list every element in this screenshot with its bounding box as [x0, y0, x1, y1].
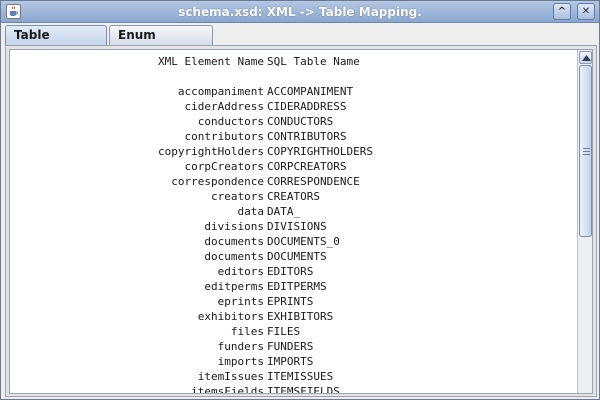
mapping-row: divisions DIVISIONS: [10, 219, 578, 234]
xml-element-name: editors: [217, 265, 264, 278]
mapping-row: editperms EDITPERMS: [10, 279, 578, 294]
xml-element-name: itemIssues: [197, 370, 264, 383]
vertical-scrollbar[interactable]: [577, 50, 592, 393]
sql-table-name: DOCUMENTS: [267, 250, 327, 263]
xml-element-name: corpCreators: [184, 160, 264, 173]
scroll-thumb[interactable]: [579, 65, 592, 237]
xml-element-name: documents: [204, 235, 264, 248]
sql-table-name: CIDERADDRESS: [267, 100, 347, 113]
sql-table-name-header: SQL Table Name: [267, 55, 360, 68]
arrow-up-icon: [582, 55, 591, 61]
sql-table-name: CONTRIBUTORS: [267, 130, 347, 143]
mapping-row: editors EDITORS: [10, 264, 578, 279]
sql-table-name: DATA_: [267, 205, 301, 218]
xml-element-name: editperms: [204, 280, 264, 293]
mapping-row: conductors CONDUCTORS: [10, 114, 578, 129]
mapping-row: documents DOCUMENTS: [10, 249, 578, 264]
sql-table-name: CREATORS: [267, 190, 320, 203]
mapping-row: files FILES: [10, 324, 578, 339]
xml-element-name: files: [230, 325, 264, 338]
grip-icon: [583, 151, 590, 152]
xml-element-name-header: XML Element Name: [158, 55, 264, 68]
tab-enum-values[interactable]: Enum Values: [109, 25, 213, 61]
xml-element-name: ciderAddress: [184, 100, 264, 113]
mapping-row: documents DOCUMENTS_0: [10, 234, 578, 249]
xml-element-name: imports: [217, 355, 264, 368]
mapping-row: creators CREATORS: [10, 189, 578, 204]
xml-element-name: copyrightHolders: [158, 145, 264, 158]
xml-element-name: correspondence: [171, 175, 264, 188]
sql-table-name: COPYRIGHTHOLDERS: [267, 145, 373, 158]
mapping-row: itemsFields ITEMSFIELDS: [10, 384, 578, 394]
xml-element-name: exhibitors: [197, 310, 264, 323]
spacer-row: [10, 69, 578, 84]
mapping-row: funders FUNDERS: [10, 339, 578, 354]
tab-content-panel: XML Element Name SQL Table Name accompan…: [5, 45, 597, 397]
mapping-row: eprints EPRINTS: [10, 294, 578, 309]
sql-table-name: ITEMSFIELDS: [267, 385, 340, 394]
mapping-row: contributors CONTRIBUTORS: [10, 129, 578, 144]
mapping-row: copyrightHolders COPYRIGHTHOLDERS: [10, 144, 578, 159]
mapping-row: ciderAddress CIDERADDRESS: [10, 99, 578, 114]
scroll-up-button[interactable]: [579, 51, 592, 64]
xml-element-name: eprints: [217, 295, 264, 308]
sql-table-name: ACCOMPANIMENT: [267, 85, 354, 98]
tab-table-names[interactable]: Table Names: [5, 25, 107, 61]
mapping-row: itemIssues ITEMISSUES: [10, 369, 578, 384]
mapping-row: corpCreators CORPCREATORS: [10, 159, 578, 174]
xml-element-name: data: [237, 205, 265, 218]
sql-table-name: EDITORS: [267, 265, 314, 278]
xml-element-name: creators: [211, 190, 264, 203]
sql-table-name: IMPORTS: [267, 355, 314, 368]
sql-table-name: EXHIBITORS: [267, 310, 334, 323]
sql-table-name: DIVISIONS: [267, 220, 327, 233]
mapping-row: imports IMPORTS: [10, 354, 578, 369]
mapping-row: correspondence CORRESPONDENCE: [10, 174, 578, 189]
sql-table-name: FILES: [267, 325, 301, 338]
sql-table-name: CORPCREATORS: [267, 160, 347, 173]
sql-table-name: EPRINTS: [267, 295, 314, 308]
xml-element-name: divisions: [204, 220, 264, 233]
sql-table-name: EDITPERMS: [267, 280, 327, 293]
mapping-window: schema.xsd: XML -> Table Mapping. ^ ✕ Ta…: [0, 0, 600, 400]
sql-table-name: DOCUMENTS_0: [267, 235, 340, 248]
mapping-row: accompaniment ACCOMPANIMENT: [10, 84, 578, 99]
sql-table-name: FUNDERS: [267, 340, 314, 353]
mapping-table: XML Element Name SQL Table Name accompan…: [10, 54, 578, 394]
xml-element-name: itemsFields: [191, 385, 264, 394]
xml-element-name: documents: [204, 250, 264, 263]
close-button[interactable]: ✕: [577, 3, 595, 20]
xml-element-name: accompaniment: [177, 85, 264, 98]
mapping-row: data DATA_: [10, 204, 578, 219]
mapping-row: exhibitors EXHIBITORS: [10, 309, 578, 324]
mapping-scroll-pane[interactable]: XML Element Name SQL Table Name accompan…: [9, 49, 593, 394]
grip-icon: [583, 148, 590, 149]
sql-table-name: CONDUCTORS: [267, 115, 334, 128]
xml-element-name: contributors: [184, 130, 264, 143]
mapping-header-row: XML Element Name SQL Table Name: [10, 54, 578, 69]
minimize-button[interactable]: ^: [553, 3, 571, 20]
xml-element-name: conductors: [197, 115, 264, 128]
title-bar[interactable]: schema.xsd: XML -> Table Mapping. ^ ✕: [1, 1, 599, 23]
sql-table-name: CORRESPONDENCE: [267, 175, 360, 188]
window-title: schema.xsd: XML -> Table Mapping.: [178, 5, 422, 19]
xml-element-name: funders: [217, 340, 264, 353]
tab-bar: Table Names Enum Values: [5, 25, 597, 61]
sql-table-name: ITEMISSUES: [267, 370, 334, 383]
grip-icon: [583, 154, 590, 155]
